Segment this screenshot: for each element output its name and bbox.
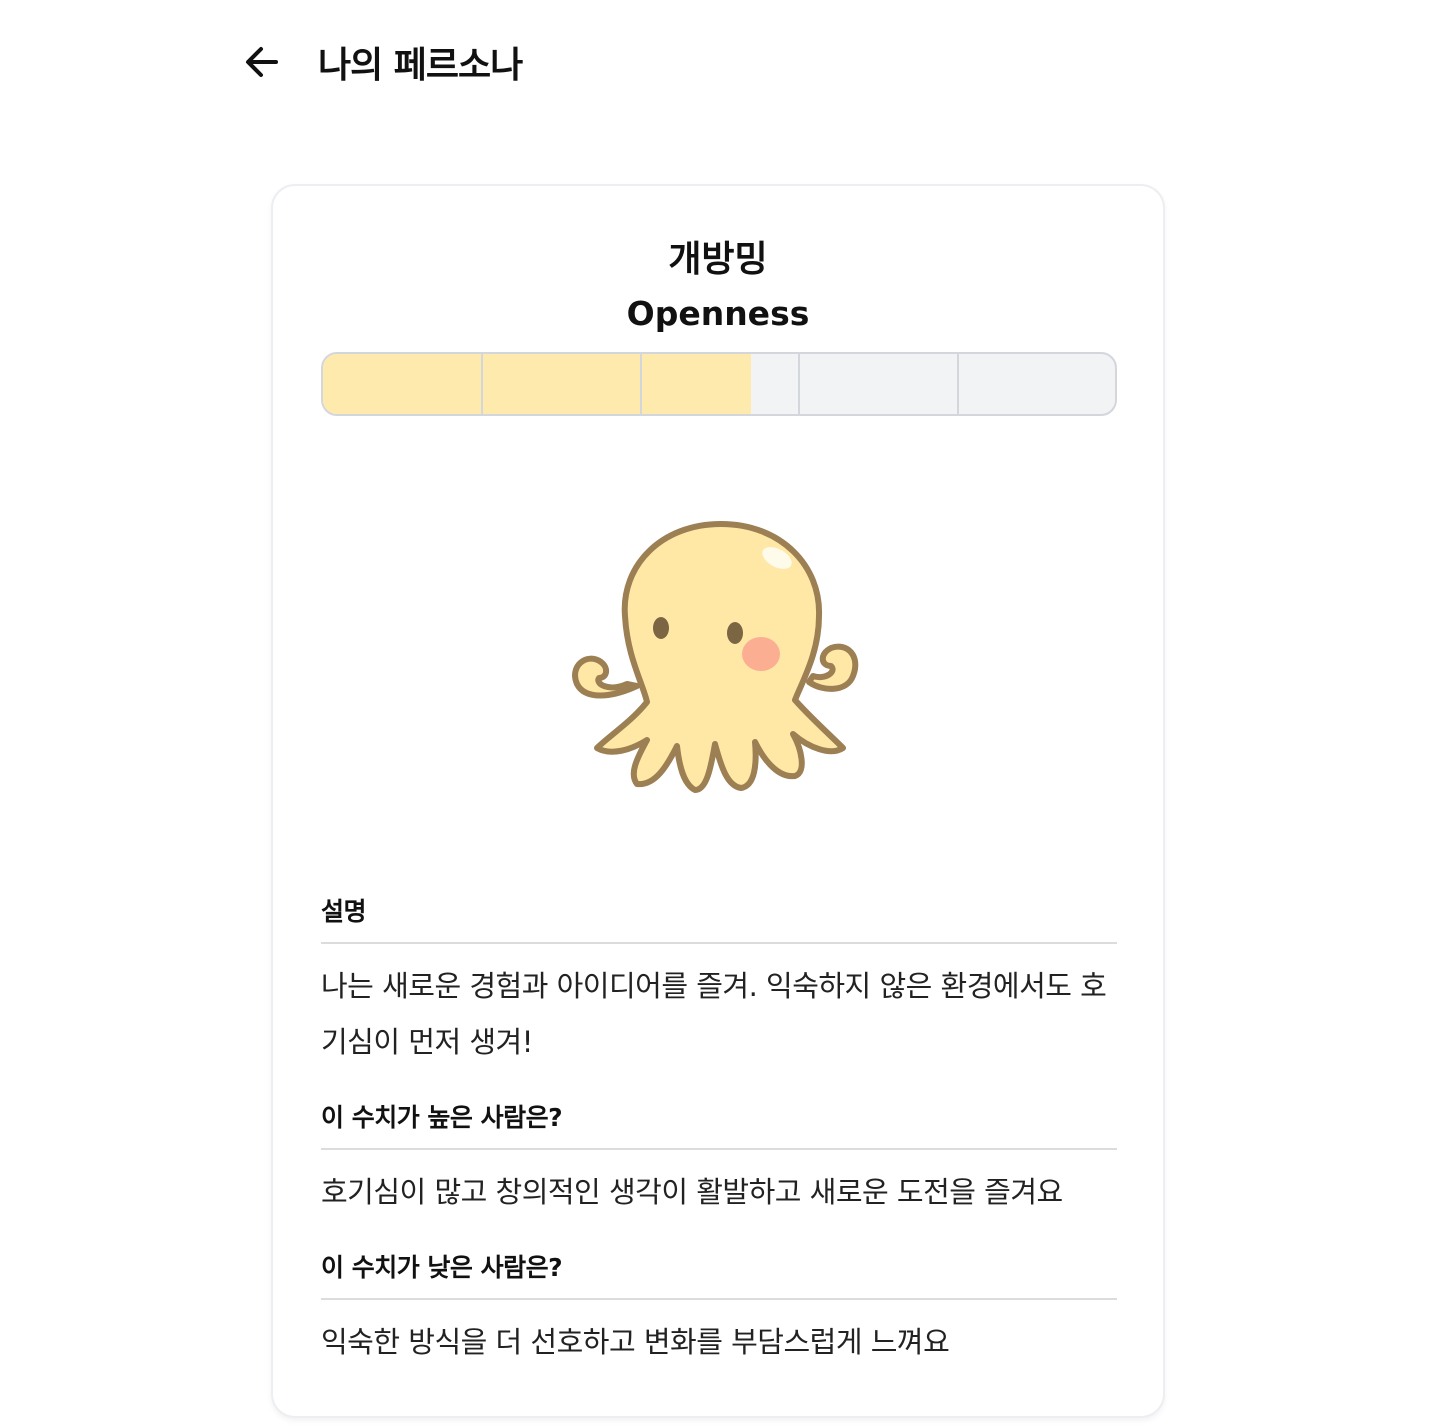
description-title: 설명: [321, 892, 1117, 944]
persona-card: 개방밍 Openness 설명 나는 새로운 경험과 아이디어를 즐겨. 익숙하…: [271, 184, 1165, 1418]
meter-fill: [323, 354, 751, 414]
persona-name: 개방밍: [668, 239, 768, 280]
persona-trait: Openness: [626, 294, 810, 333]
back-button[interactable]: [240, 40, 284, 84]
meter-segment-divider: [956, 354, 959, 414]
high-score-title: 이 수치가 높은 사람은?: [321, 1098, 1117, 1150]
high-score-text: 호기심이 많고 창의적인 생각이 활발하고 새로운 도전을 즐겨요: [321, 1175, 1063, 1209]
description-text: 나는 새로운 경험과 아이디어를 즐겨. 익숙하지 않은 환경에서도 호기심이 …: [321, 969, 1107, 1059]
page-header: 나의 페르소나: [240, 36, 523, 88]
meter-segment-divider: [481, 354, 484, 414]
page-title: 나의 페르소나: [318, 45, 523, 86]
description-section: 설명 나는 새로운 경험과 아이디어를 즐겨. 익숙하지 않은 환경에서도 호기…: [321, 892, 1117, 1070]
trait-score-meter: [321, 352, 1117, 416]
octopus-illustration: [572, 521, 859, 793]
low-score-section: 이 수치가 낮은 사람은? 익숙한 방식을 더 선호하고 변화를 부담스럽게 느…: [321, 1248, 1117, 1370]
arrow-left-icon: [246, 47, 278, 77]
meter-segment-divider: [798, 354, 801, 414]
low-score-text: 익숙한 방식을 더 선호하고 변화를 부담스럽게 느껴요: [321, 1325, 950, 1359]
meter-segment-divider: [639, 354, 642, 414]
low-score-title: 이 수치가 낮은 사람은?: [321, 1248, 1117, 1300]
high-score-section: 이 수치가 높은 사람은? 호기심이 많고 창의적인 생각이 활발하고 새로운 …: [321, 1098, 1117, 1220]
